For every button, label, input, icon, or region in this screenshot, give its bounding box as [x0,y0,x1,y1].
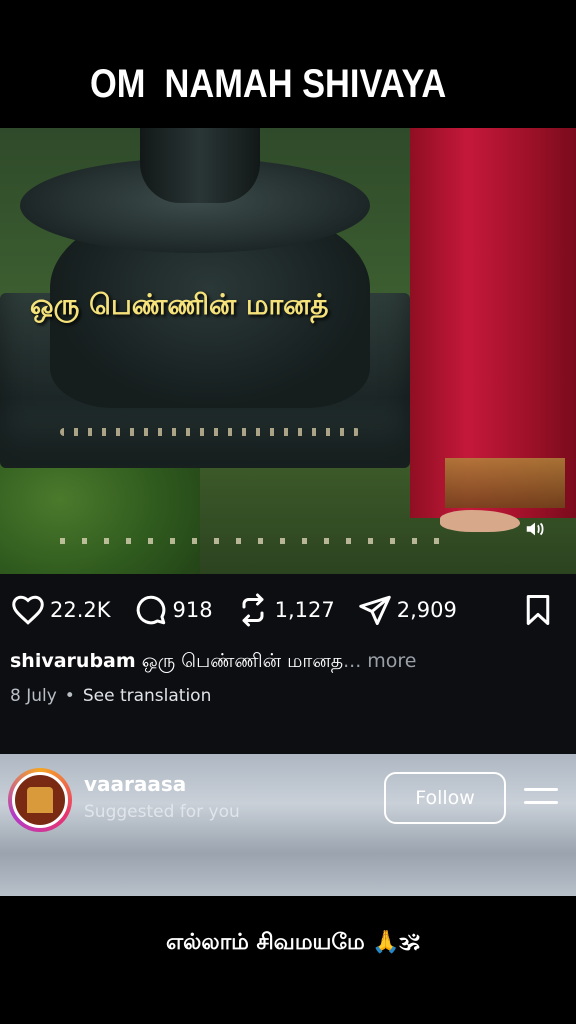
volume-icon[interactable] [524,518,546,540]
comment-button[interactable]: 918 [133,592,213,628]
footer-caption: எல்லாம் சிவமயமே 🙏🕉 [166,930,420,955]
caption-more-link[interactable]: ... more [343,650,416,672]
meta-separator: • [64,686,75,706]
temple-icon [27,787,53,813]
suggested-username[interactable]: vaaraasa [84,772,186,796]
caption-username[interactable]: shivarubam [10,650,136,672]
video-scene-flowers [60,428,360,436]
avatar[interactable] [8,768,72,832]
video-scene-lingam [140,128,260,203]
comment-count: 918 [172,598,213,622]
share-count: 2,909 [396,598,457,622]
repost-count: 1,127 [274,598,335,622]
comment-icon [136,595,165,625]
like-count: 22.2K [50,598,111,622]
post-meta: 8 July • See translation [10,686,211,706]
suggested-subtitle: Suggested for you [84,802,240,822]
top-banner: OM NAMAH SHIVAYA [0,0,576,128]
follow-button[interactable]: Follow [384,772,506,824]
see-translation-link[interactable]: See translation [83,686,212,706]
repost-button[interactable]: 1,127 [235,592,335,628]
repost-icon [242,593,264,627]
avatar-image [12,772,68,828]
video-scene-flowers-ground [60,538,440,544]
post-actions: 22.2K 918 1,127 2,909 shivarubam ஒரு பெண… [0,574,576,754]
heart-icon [12,595,44,625]
like-button[interactable]: 22.2K [10,592,111,628]
video-player[interactable]: ஒரு பெண்ணின் மானத் [0,128,576,574]
action-row: 22.2K 918 1,127 2,909 [10,592,479,628]
banner-title: OM NAMAH SHIVAYA [90,62,447,106]
caption-text: ஒரு பெண்ணின் மானத [135,650,344,672]
bookmark-icon[interactable] [520,592,556,628]
send-icon [359,595,391,625]
suggested-account-card: vaaraasa Suggested for you Follow [0,754,576,896]
post-date: 8 July [10,686,57,706]
video-scene-saree-border [445,458,565,508]
menu-icon[interactable] [524,788,558,808]
share-button[interactable]: 2,909 [357,592,457,628]
post-caption: shivarubam ஒரு பெண்ணின் மானத... more [10,650,417,675]
video-overlay-text: ஒரு பெண்ணின் மானத் [30,288,329,321]
